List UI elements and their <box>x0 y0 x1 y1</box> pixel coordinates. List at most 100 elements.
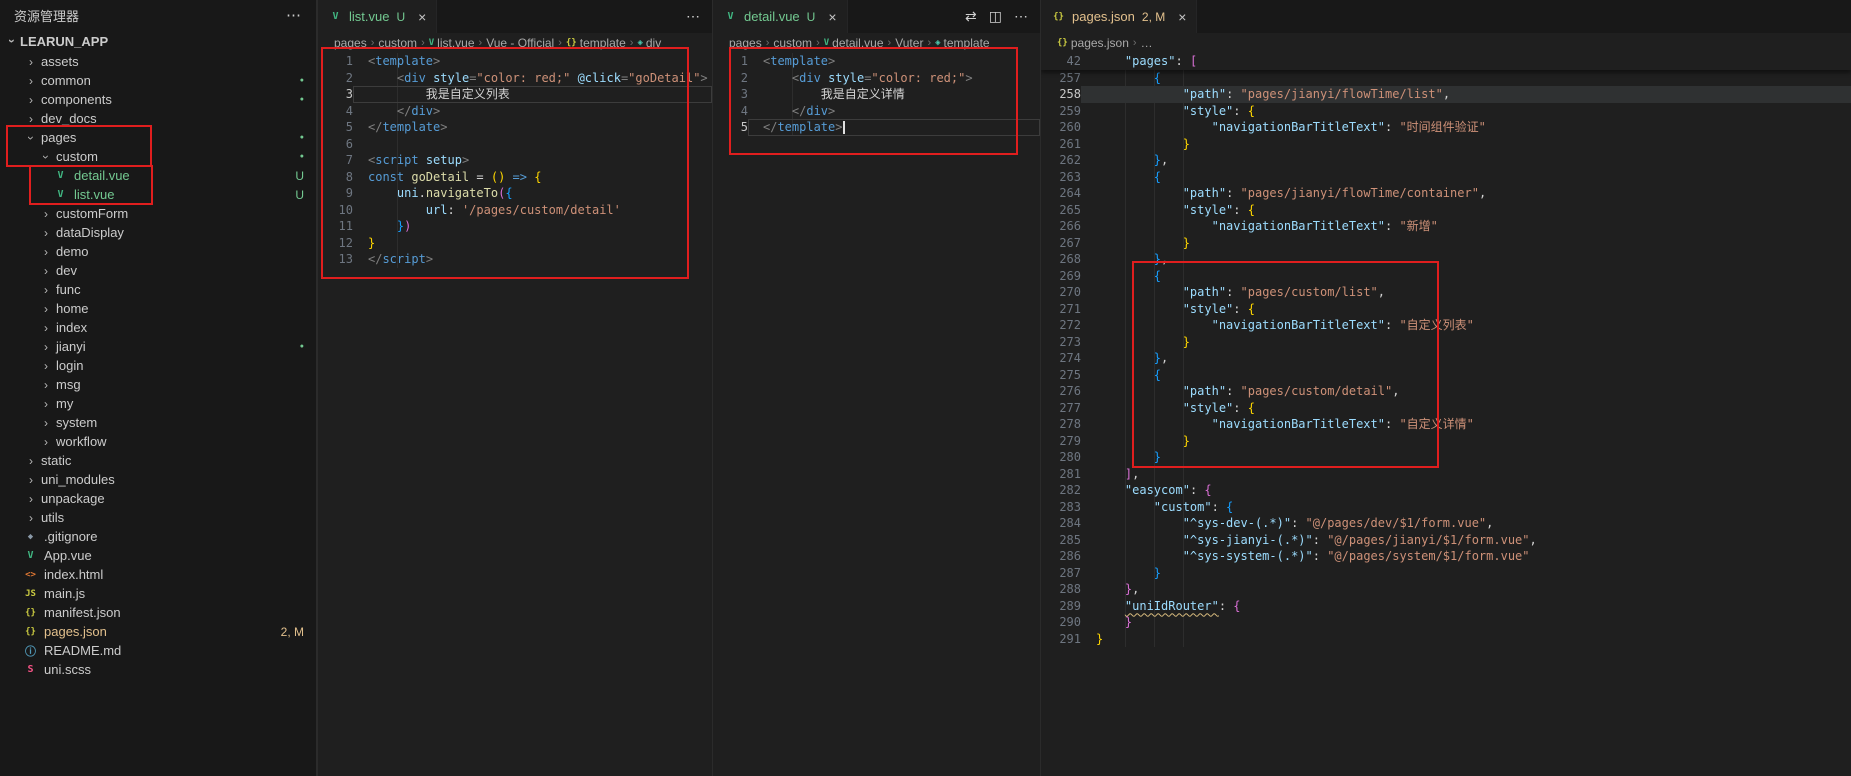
split-editor-icon[interactable]: ◫ <box>989 8 1002 25</box>
git-file-icon: ◆ <box>23 532 38 542</box>
tree-item-dev[interactable]: ›dev <box>0 261 316 280</box>
tree-item-dataDisplay[interactable]: ›dataDisplay <box>0 223 316 242</box>
tree-item-manifest.json[interactable]: {}manifest.json <box>0 603 316 622</box>
tree-item-components[interactable]: ›components● <box>0 90 316 109</box>
code-text: ], <box>1081 466 1851 483</box>
breadcrumb-item-div[interactable]: ◈div <box>637 36 661 50</box>
tree-item-utils[interactable]: ›utils <box>0 508 316 527</box>
breadcrumb-item-detail.vue[interactable]: Vdetail.vue <box>824 36 884 50</box>
line-number: 10 <box>318 202 353 219</box>
tree-item-unpackage[interactable]: ›unpackage <box>0 489 316 508</box>
tree-item-label: customForm <box>56 206 128 221</box>
close-icon[interactable]: × <box>1178 9 1186 25</box>
breadcrumb-item-list.vue[interactable]: Vlist.vue <box>429 36 475 50</box>
breadcrumb-item-Vue - Official[interactable]: Vue - Official <box>486 36 554 50</box>
tree-item-main.js[interactable]: JSmain.js <box>0 584 316 603</box>
code-text: } <box>1081 235 1851 252</box>
breadcrumb-item-pages.json[interactable]: {}pages.json <box>1057 36 1129 50</box>
tree-item-msg[interactable]: ›msg <box>0 375 316 394</box>
tree-item-custom[interactable]: ›custom● <box>0 147 316 166</box>
close-icon[interactable]: × <box>828 9 836 25</box>
chevron-right-icon: › <box>23 55 39 69</box>
more-icon[interactable]: ⋯ <box>1014 8 1028 25</box>
tree-item-jianyi[interactable]: ›jianyi● <box>0 337 316 356</box>
code-line: 13</script> <box>318 251 712 268</box>
breadcrumb-item-template[interactable]: {}template <box>566 36 626 50</box>
tree-item-func[interactable]: ›func <box>0 280 316 299</box>
code-editor[interactable]: 42 "pages": [ 257 {258 "path": "pages/ji… <box>1041 53 1851 776</box>
breadcrumb-item-pages[interactable]: pages <box>729 36 762 50</box>
line-number: 264 <box>1041 185 1081 202</box>
tree-item-label: custom <box>56 149 98 164</box>
close-icon[interactable]: × <box>418 9 426 25</box>
code-text: }, <box>1081 251 1851 268</box>
more-actions-icon[interactable]: ⋯ <box>286 6 302 24</box>
tab-list.vue[interactable]: Vlist.vueU× <box>318 0 437 33</box>
code-text: <template> <box>353 53 712 70</box>
tab-bar: Vdetail.vueU× ⇄ ◫ ⋯ <box>713 0 1040 33</box>
tree-item-pages[interactable]: ›pages● <box>0 128 316 147</box>
line-number: 2 <box>318 70 353 87</box>
line-number: 5 <box>318 119 353 136</box>
tree-item-detail.vue[interactable]: Vdetail.vueU <box>0 166 316 185</box>
tree-item-index.html[interactable]: <>index.html <box>0 565 316 584</box>
more-icon[interactable]: ⋯ <box>686 8 700 25</box>
breadcrumb-item-custom[interactable]: custom <box>378 36 417 50</box>
project-root-row[interactable]: › LEARUN_APP <box>0 30 316 52</box>
code-line: 288 }, <box>1041 581 1851 598</box>
tree-item-.gitignore[interactable]: ◆.gitignore <box>0 527 316 546</box>
tree-item-index[interactable]: ›index <box>0 318 316 337</box>
breadcrumb-item-pages[interactable]: pages <box>334 36 367 50</box>
code-text: "navigationBarTitleText": "新增" <box>1081 218 1851 235</box>
tree-item-uni.scss[interactable]: Suni.scss <box>0 660 316 679</box>
breadcrumb-item-template[interactable]: ◈template <box>935 36 989 50</box>
tree-item-App.vue[interactable]: VApp.vue <box>0 546 316 565</box>
tree-item-static[interactable]: ›static <box>0 451 316 470</box>
open-changes-icon[interactable]: ⇄ <box>965 8 977 25</box>
tree-item-common[interactable]: ›common● <box>0 71 316 90</box>
code-editor[interactable]: 1<template>2 <div style="color: red;">3 … <box>713 53 1040 776</box>
chevron-right-icon: › <box>38 207 54 221</box>
tab-detail.vue[interactable]: Vdetail.vueU× <box>713 0 848 33</box>
code-line: 9 uni.navigateTo({ <box>318 185 712 202</box>
code-line: 4 </div> <box>318 103 712 120</box>
tree-item-list.vue[interactable]: Vlist.vueU <box>0 185 316 204</box>
tree-item-label: func <box>56 282 81 297</box>
tree-item-pages.json[interactable]: {}pages.json2, M <box>0 622 316 641</box>
tree-item-home[interactable]: ›home <box>0 299 316 318</box>
breadcrumb-label: detail.vue <box>832 36 883 50</box>
code-text: "navigationBarTitleText": "时间组件验证" <box>1081 119 1851 136</box>
code-line: 5</template> <box>713 119 1040 136</box>
breadcrumb-item-…[interactable]: … <box>1141 36 1153 50</box>
chevron-right-icon: › <box>38 283 54 297</box>
js-file-icon: JS <box>23 589 38 599</box>
vue-file-icon: V <box>53 170 68 181</box>
tree-item-label: index.html <box>44 567 103 582</box>
tree-item-demo[interactable]: ›demo <box>0 242 316 261</box>
line-number: 281 <box>1041 466 1081 483</box>
code-line: 4 </div> <box>713 103 1040 120</box>
tree-item-dev_docs[interactable]: ›dev_docs <box>0 109 316 128</box>
line-number: 289 <box>1041 598 1081 615</box>
line-number: 42 <box>1041 53 1081 70</box>
line-number: 266 <box>1041 218 1081 235</box>
tree-item-uni_modules[interactable]: ›uni_modules <box>0 470 316 489</box>
tab-pages.json[interactable]: {}pages.json2, M× <box>1041 0 1197 33</box>
tree-item-README.md[interactable]: ⓘREADME.md <box>0 641 316 660</box>
tree-item-system[interactable]: ›system <box>0 413 316 432</box>
tree-item-my[interactable]: ›my <box>0 394 316 413</box>
tree-item-customForm[interactable]: ›customForm <box>0 204 316 223</box>
breadcrumb-item-Vuter[interactable]: Vuter <box>895 36 923 50</box>
breadcrumb-item-custom[interactable]: custom <box>773 36 812 50</box>
code-line: 285 "^sys-jianyi-(.*)": "@/pages/jianyi/… <box>1041 532 1851 549</box>
breadcrumb: pages›custom›Vlist.vue›Vue - Official›{}… <box>318 33 712 53</box>
code-line: 11 }) <box>318 218 712 235</box>
editor-group-container: Vlist.vueU× ⋯ pages›custom›Vlist.vue›Vue… <box>317 0 1851 776</box>
code-text: <script setup> <box>353 152 712 169</box>
breadcrumb-label: pages <box>334 36 367 50</box>
tree-item-assets[interactable]: ›assets <box>0 52 316 71</box>
tree-item-workflow[interactable]: ›workflow <box>0 432 316 451</box>
tree-item-login[interactable]: ›login <box>0 356 316 375</box>
code-editor[interactable]: 1<template>2 <div style="color: red;" @c… <box>318 53 712 776</box>
code-text: }, <box>1081 152 1851 169</box>
